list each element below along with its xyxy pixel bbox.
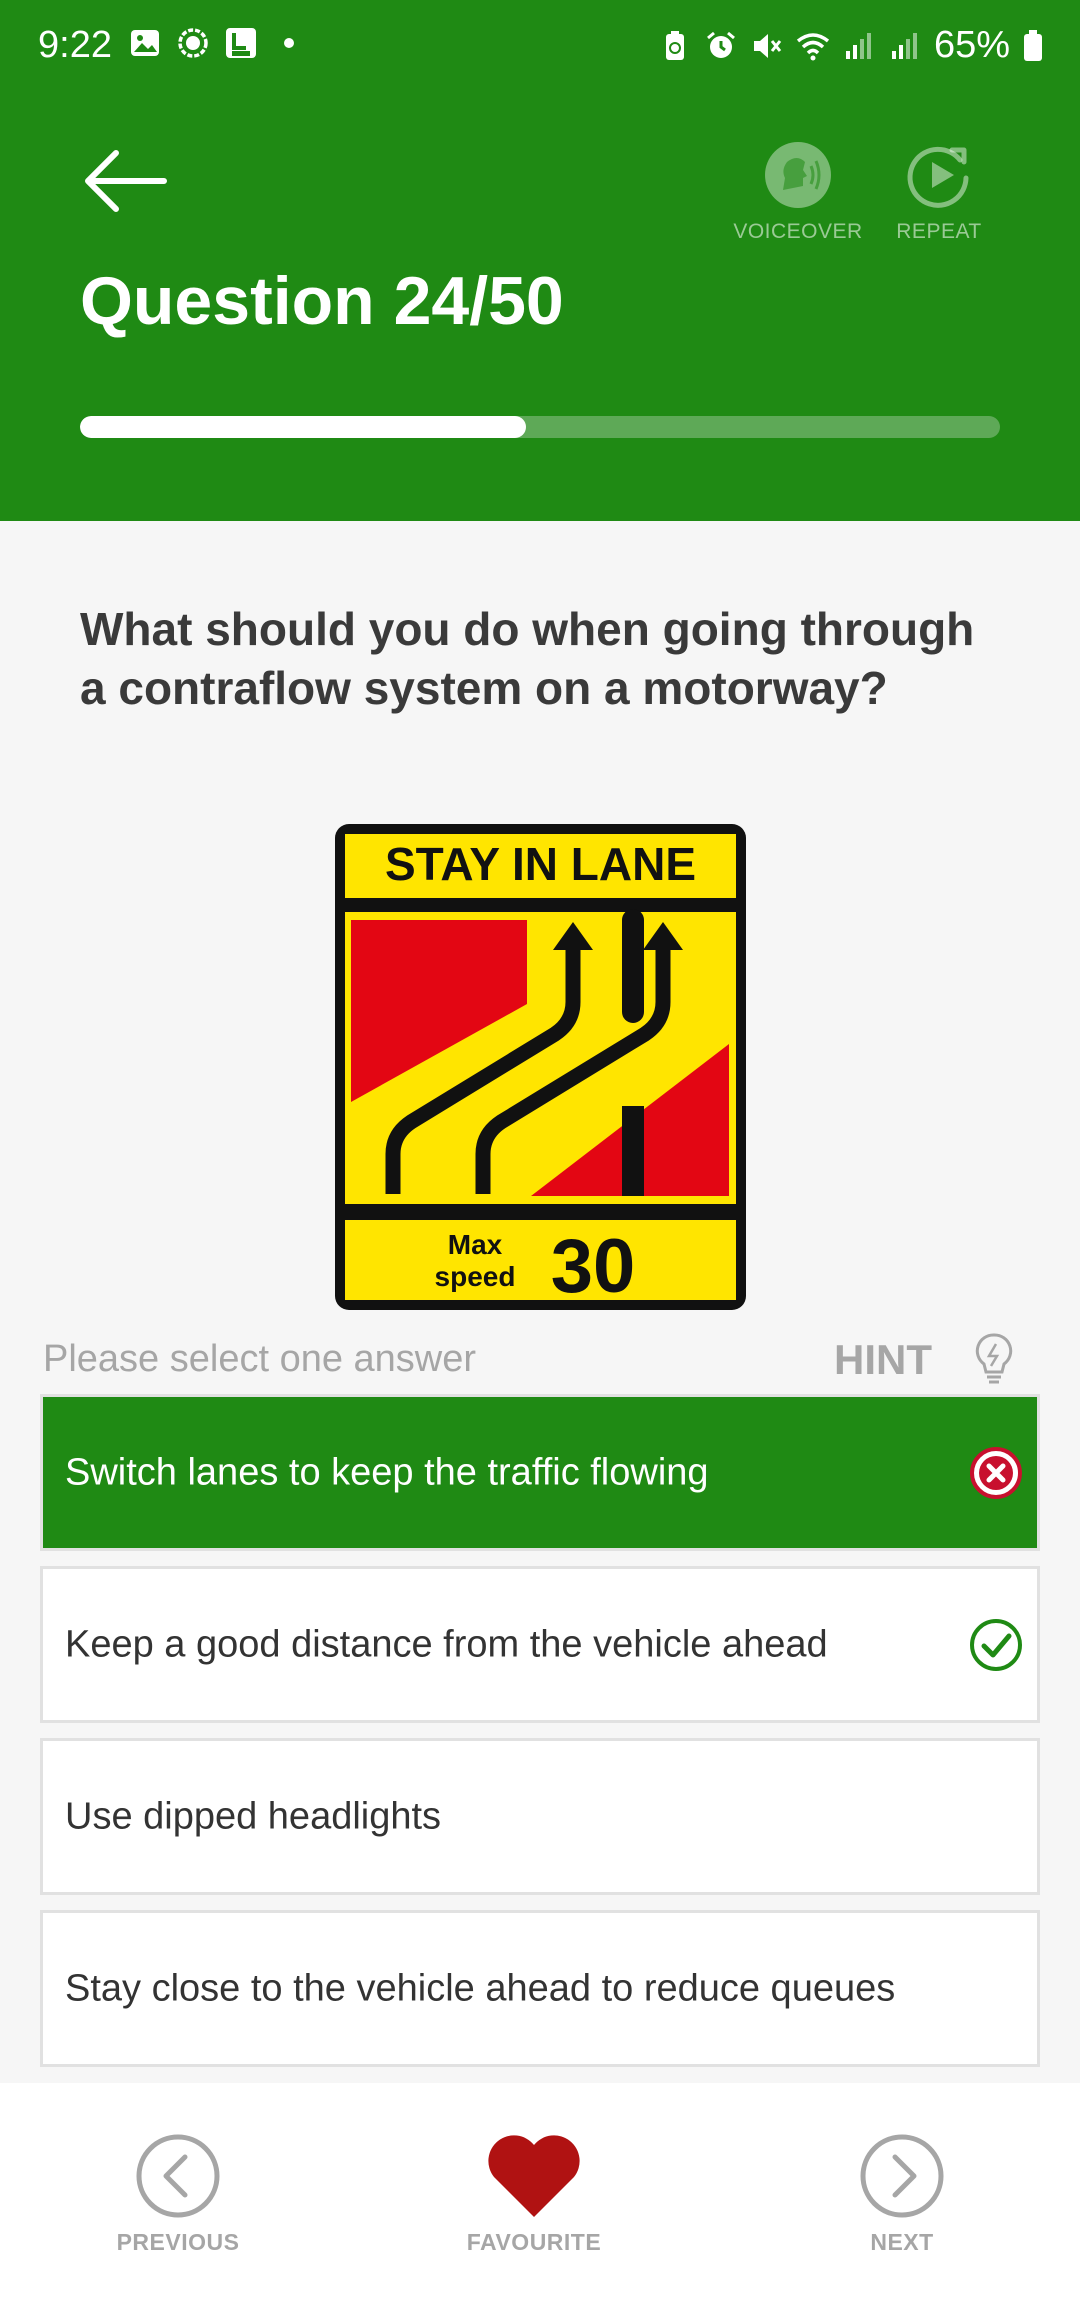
- repeat-label: REPEAT: [896, 220, 982, 243]
- notification-dot-icon: [284, 38, 294, 48]
- next-button[interactable]: NEXT: [812, 2133, 992, 2256]
- hint-button[interactable]: HINT: [834, 1332, 1014, 1388]
- alarm-icon: [706, 31, 735, 58]
- arrow-left-icon: [85, 150, 167, 212]
- sign-speed-value: 30: [551, 1224, 636, 1309]
- correct-answer-icon: [970, 1618, 1022, 1671]
- progress-bar: [80, 416, 1000, 438]
- next-label: NEXT: [870, 2229, 934, 2255]
- answer-option-1[interactable]: Switch lanes to keep the traffic flowing: [40, 1394, 1040, 1551]
- repeat-icon: [907, 146, 969, 208]
- previous-button[interactable]: PREVIOUS: [88, 2133, 268, 2256]
- voiceover-label: VOICEOVER: [733, 220, 863, 243]
- voiceover-button[interactable]: VOICEOVER: [728, 140, 868, 244]
- signal-icon: [845, 32, 871, 59]
- sign-max-label: Max: [448, 1229, 503, 1260]
- battery-icon: [1024, 29, 1042, 61]
- wrong-answer-icon: [970, 1446, 1022, 1499]
- signal-2-icon: [891, 32, 917, 59]
- favourite-label: FAVOURITE: [466, 2229, 602, 2255]
- progress-fill: [80, 416, 527, 438]
- sign-speed-label: speed: [435, 1261, 516, 1292]
- bottom-nav: PREVIOUS FAVOURITE NEXT: [0, 2083, 1080, 2316]
- previous-label: PREVIOUS: [116, 2229, 240, 2255]
- repeat-button[interactable]: REPEAT: [869, 140, 1009, 244]
- gallery-icon: [131, 30, 159, 56]
- question-counter: Question 24/50: [80, 263, 564, 339]
- heart-icon: [488, 2135, 580, 2217]
- question-text: What should you do when going through a …: [80, 603, 975, 714]
- answer-option-2[interactable]: Keep a good distance from the vehicle ah…: [40, 1566, 1040, 1723]
- voiceover-icon: [765, 142, 831, 208]
- wifi-icon: [796, 32, 830, 60]
- chevron-right-circle-icon: [860, 2134, 944, 2218]
- mute-icon: [753, 33, 782, 58]
- sign-top-text: STAY IN LANE: [385, 838, 696, 890]
- answer-option-4[interactable]: Stay close to the vehicle ahead to reduc…: [40, 1910, 1040, 2067]
- hint-label: HINT: [834, 1336, 932, 1383]
- back-button[interactable]: [80, 146, 170, 216]
- answer-option-text: Switch lanes to keep the traffic flowing: [65, 1451, 709, 1493]
- answer-option-text: Keep a good distance from the vehicle ah…: [65, 1623, 828, 1665]
- battery-percent: 65%: [933, 24, 1010, 66]
- chat-bubble-icon: [178, 28, 208, 58]
- status-system-icons: 65%: [658, 24, 1044, 67]
- status-bar: 9:22 65%: [0, 0, 1080, 94]
- select-answer-prompt: Please select one answer: [43, 1338, 477, 1380]
- battery-saver-icon: [665, 30, 684, 60]
- answer-option-text: Stay close to the vehicle ahead to reduc…: [65, 1967, 896, 2009]
- lightbulb-icon: [975, 1333, 1013, 1384]
- favourite-button[interactable]: FAVOURITE: [444, 2133, 624, 2256]
- status-time: 9:22: [38, 24, 112, 66]
- answer-option-3[interactable]: Use dipped headlights: [40, 1738, 1040, 1895]
- answer-option-text: Use dipped headlights: [65, 1795, 442, 1837]
- status-notification-icons: [128, 26, 306, 60]
- stay-in-lane-sign-image: STAY IN LANE Max speed 30: [335, 824, 746, 1310]
- chevron-left-circle-icon: [136, 2134, 220, 2218]
- app-4in1-icon: [226, 28, 256, 58]
- header-bar: 9:22 65% VOICEOVER REPEAT Question 24/50: [0, 0, 1080, 521]
